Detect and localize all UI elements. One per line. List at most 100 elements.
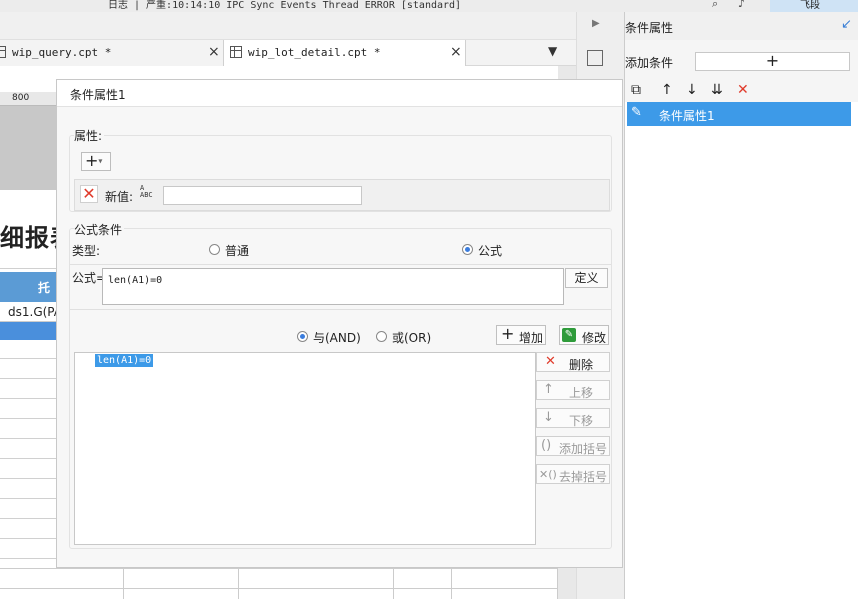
delete-icon[interactable]: ✕ — [737, 82, 749, 98]
grid-line — [0, 478, 56, 479]
report-file-icon — [0, 46, 6, 58]
grid-line — [0, 268, 56, 269]
cell-attribute-icon[interactable] — [587, 50, 603, 66]
close-icon[interactable]: × — [208, 44, 220, 60]
divider — [70, 309, 611, 310]
delete-attribute-icon[interactable]: ✕ — [80, 185, 98, 203]
button-label: 修改 — [582, 331, 607, 345]
pencil-icon: ✎ — [631, 105, 642, 120]
move-down-button[interactable]: ↓ 下移 — [536, 408, 610, 428]
tab-menu-icon[interactable]: ▼ — [548, 44, 557, 58]
tab-label: wip_query.cpt * — [12, 46, 112, 59]
add-condition-button[interactable]: + — [695, 52, 850, 71]
arrow-down-icon: ↓ — [543, 410, 554, 425]
tab-wip-query[interactable]: wip_query.cpt * × — [0, 40, 224, 66]
add-attribute-button[interactable]: +▾ — [81, 152, 111, 171]
grid-line — [0, 458, 56, 459]
define-button[interactable]: 定义 — [565, 268, 608, 288]
user-label: 飞段 — [800, 0, 820, 11]
formula-equals-label: 公式= — [72, 271, 107, 285]
condition-attribute-dialog: 条件属性1 属性: +▾ ✕ 新值: A ABC 公式条件 类型: 普通 公式 公… — [56, 79, 623, 568]
copy-icon[interactable]: ⧉ — [631, 82, 641, 98]
attribute-section-label: 属性: — [74, 127, 105, 144]
condition-item-selected[interactable]: ✎ 条件属性1 — [627, 102, 851, 126]
button-label: 去掉括号 — [559, 470, 608, 484]
grid-line — [0, 418, 56, 419]
formula-radio[interactable] — [462, 244, 473, 255]
user-area[interactable]: 飞段 — [770, 0, 858, 12]
grid-line — [0, 538, 56, 539]
header-text: 托 — [38, 281, 51, 295]
grid-line — [0, 378, 56, 379]
formula-text: len(A1)=0 — [108, 275, 163, 286]
normal-radio[interactable] — [209, 244, 220, 255]
add-condition-row: 添加条件 + — [625, 40, 858, 80]
log-text: 日志 | 严重:10:14:10 IPC Sync Events Thread … — [108, 0, 462, 11]
log-bar: 日志 | 严重:10:14:10 IPC Sync Events Thread … — [0, 0, 858, 12]
cell-text: ds1.G(PA — [8, 305, 56, 319]
condition-panel: 条件属性 ↙ 添加条件 + ⧉ ↑ ↓ ⇊ ✕ ✎ 条件属性1 — [624, 12, 858, 599]
add-condition-label: 添加条件 — [625, 56, 674, 70]
condition-toolbar: ⧉ ↑ ↓ ⇊ ✕ — [625, 80, 858, 102]
condition-item-label: 条件属性1 — [659, 109, 715, 123]
arrow-down-icon[interactable]: ↓ — [686, 82, 698, 98]
new-value-row: ✕ 新值: A ABC — [74, 179, 610, 211]
report-data-cell[interactable]: ds1.G(PA — [0, 302, 56, 322]
panel-header: 条件属性 ↙ — [625, 12, 858, 40]
formula-section-label: 公式条件 — [74, 221, 125, 238]
condition-list[interactable]: len(A1)=0 — [74, 352, 536, 545]
ruler-mark: 800 — [12, 93, 30, 103]
button-label: 添加括号 — [559, 442, 608, 456]
add-condition-button[interactable]: + 增加 — [496, 324, 546, 345]
move-up-button[interactable]: ↑ 上移 — [536, 380, 610, 400]
plus-icon: + — [501, 324, 515, 343]
expand-icon[interactable]: ▶ — [592, 18, 600, 29]
grid-line — [0, 398, 56, 399]
tab-wip-lot-detail[interactable]: wip_lot_detail.cpt * × — [224, 40, 466, 66]
grid-line — [0, 518, 56, 519]
normal-radio-label[interactable]: 普通 — [225, 242, 249, 259]
remove-parentheses-button[interactable]: ✕() 去掉括号 — [536, 464, 610, 484]
tab-label: wip_lot_detail.cpt * — [248, 46, 381, 59]
grid-line — [0, 358, 56, 359]
formula-radio-label[interactable]: 公式 — [478, 242, 502, 259]
or-radio-label[interactable]: 或(OR) — [392, 329, 431, 346]
grid-line — [0, 498, 56, 499]
close-icon[interactable]: × — [450, 44, 462, 60]
divider — [70, 264, 611, 265]
condition-list-item[interactable]: len(A1)=0 — [95, 354, 154, 367]
add-parentheses-button[interactable]: () 添加括号 — [536, 436, 610, 456]
or-radio[interactable] — [376, 331, 387, 342]
grid-line — [0, 438, 56, 439]
button-label: 下移 — [569, 414, 594, 428]
search-icon[interactable]: ⌕ — [712, 0, 718, 11]
delete-icon: ✕ — [545, 354, 556, 369]
report-grid-bottom — [0, 568, 558, 599]
designer-window: 日志 | 严重:10:14:10 IPC Sync Events Thread … — [0, 0, 858, 599]
and-radio-label[interactable]: 与(AND) — [313, 329, 361, 346]
new-value-input[interactable] — [163, 186, 362, 205]
formula-input[interactable]: len(A1)=0 — [102, 268, 564, 305]
delete-button[interactable]: ✕ 删除 — [536, 352, 610, 372]
bell-icon[interactable]: ♪ — [738, 0, 745, 10]
and-radio[interactable] — [297, 331, 308, 342]
dialog-titlebar: 条件属性1 — [57, 80, 622, 107]
arrow-up-icon: ↑ — [543, 382, 554, 397]
text-format-icon[interactable]: A ABC — [140, 185, 153, 199]
button-label: 删除 — [569, 358, 594, 372]
edit-icon: ✎ — [562, 328, 576, 342]
dropdown-arrow-icon: ▾ — [98, 156, 103, 166]
report-header-cell[interactable]: 托 — [0, 272, 56, 302]
selected-row[interactable] — [0, 322, 56, 340]
ruler: 800 — [0, 92, 56, 106]
tab-bar: wip_query.cpt * × wip_lot_detail.cpt * × — [0, 40, 576, 66]
new-value-label: 新值: — [105, 190, 134, 204]
edit-condition-button[interactable]: ✎ 修改 — [559, 325, 609, 345]
parentheses-icon: () — [541, 438, 552, 453]
type-label: 类型: — [72, 244, 101, 258]
pin-icon[interactable]: ↙ — [841, 17, 852, 32]
sort-down-icon[interactable]: ⇊ — [711, 82, 723, 98]
plus-icon: + — [85, 151, 99, 170]
button-label: 上移 — [569, 386, 594, 400]
arrow-up-icon[interactable]: ↑ — [661, 82, 673, 98]
